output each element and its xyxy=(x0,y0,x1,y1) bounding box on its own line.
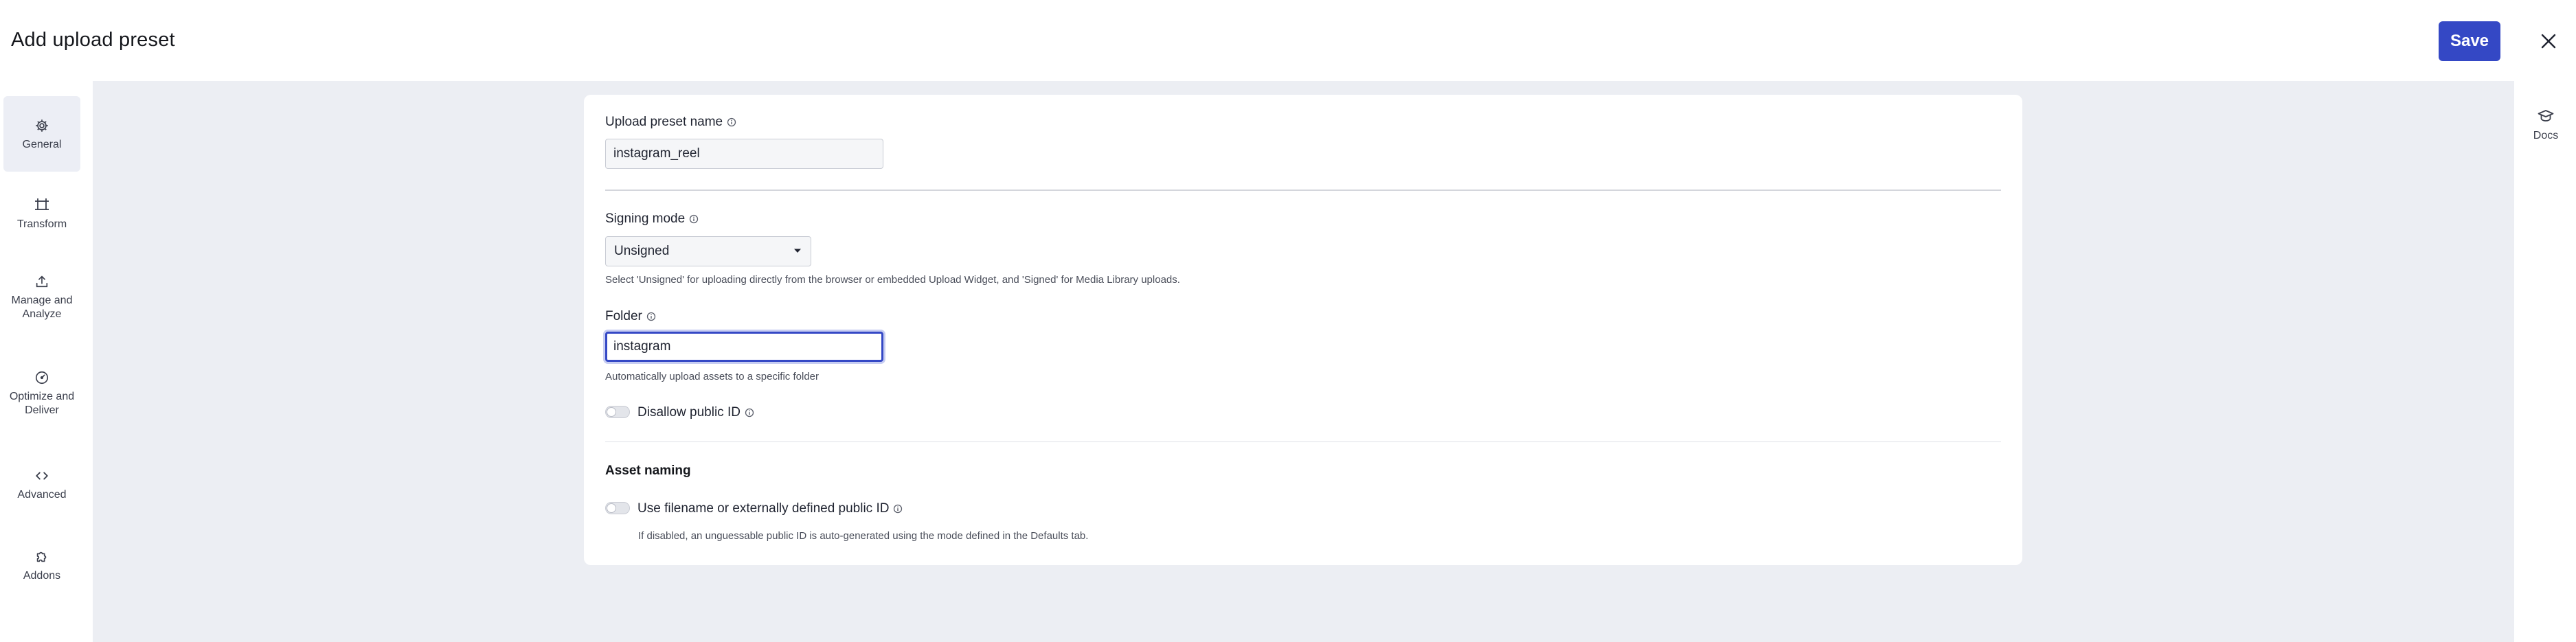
speedometer-icon xyxy=(33,369,51,387)
code-icon xyxy=(33,467,51,485)
sidebar-item-label: General xyxy=(22,138,62,150)
sidebar-item-addons[interactable]: Addons xyxy=(3,536,80,595)
signing-mode-hint: Select 'Unsigned' for uploading directly… xyxy=(605,274,1180,286)
info-icon[interactable] xyxy=(745,408,754,417)
upload-icon xyxy=(33,273,51,290)
folder-input[interactable] xyxy=(605,332,883,362)
page-header: Add upload preset Save xyxy=(0,0,2576,81)
close-icon xyxy=(2541,34,2556,49)
sidebar-item-label: Addons xyxy=(23,569,61,582)
folder-hint: Automatically upload assets to a specifi… xyxy=(605,371,819,382)
folder-label: Folder xyxy=(605,308,656,325)
puzzle-icon xyxy=(33,548,51,566)
info-icon[interactable] xyxy=(893,504,903,514)
use-filename-label: Use filename or externally defined publi… xyxy=(637,501,903,517)
toggle-knob xyxy=(607,407,616,417)
disallow-public-id-label: Disallow public ID xyxy=(637,404,754,421)
preset-name-label: Upload preset name xyxy=(605,114,736,130)
signing-mode-select[interactable]: Unsigned xyxy=(605,236,811,266)
caret-down-icon xyxy=(793,245,802,257)
docs-button[interactable]: Docs xyxy=(2520,103,2572,147)
info-icon[interactable] xyxy=(689,214,699,224)
sidebar-item-label: Optimize and Deliver xyxy=(9,390,75,416)
signing-mode-label: Signing mode xyxy=(605,211,699,227)
sidebar-item-manage-and-analyze[interactable]: Manage and Analyze xyxy=(3,262,80,331)
page-title: Add upload preset xyxy=(11,29,175,51)
sidebar-item-label: Advanced xyxy=(17,488,67,501)
gear-icon xyxy=(33,117,51,135)
use-filename-hint: If disabled, an unguessable public ID is… xyxy=(638,530,1089,542)
disallow-public-id-toggle[interactable] xyxy=(605,406,630,418)
asset-naming-heading: Asset naming xyxy=(605,463,691,478)
sidebar-item-transform[interactable]: Transform xyxy=(3,184,80,243)
section-divider xyxy=(605,190,2001,191)
docs-label: Docs xyxy=(2533,129,2559,141)
info-icon[interactable] xyxy=(646,312,656,321)
sidebar-item-general[interactable]: General xyxy=(3,96,80,172)
signing-mode-value: Unsigned xyxy=(614,244,670,258)
settings-sidebar: General Transform Manage and Analyze Opt… xyxy=(0,81,93,642)
preset-name-input[interactable] xyxy=(605,139,883,169)
info-icon[interactable] xyxy=(727,117,736,127)
use-filename-toggle[interactable] xyxy=(605,502,630,514)
close-button[interactable] xyxy=(2535,27,2562,55)
sidebar-item-optimize-and-deliver[interactable]: Optimize and Deliver xyxy=(3,358,80,427)
save-button[interactable]: Save xyxy=(2439,21,2500,61)
toggle-knob xyxy=(607,503,616,513)
sidebar-item-label: Manage and Analyze xyxy=(11,294,73,320)
sidebar-item-advanced[interactable]: Advanced xyxy=(3,455,80,514)
sidebar-item-label: Transform xyxy=(16,218,67,230)
right-rail xyxy=(2514,81,2576,642)
graduation-cap-icon xyxy=(2538,108,2554,127)
crop-icon xyxy=(33,196,51,214)
